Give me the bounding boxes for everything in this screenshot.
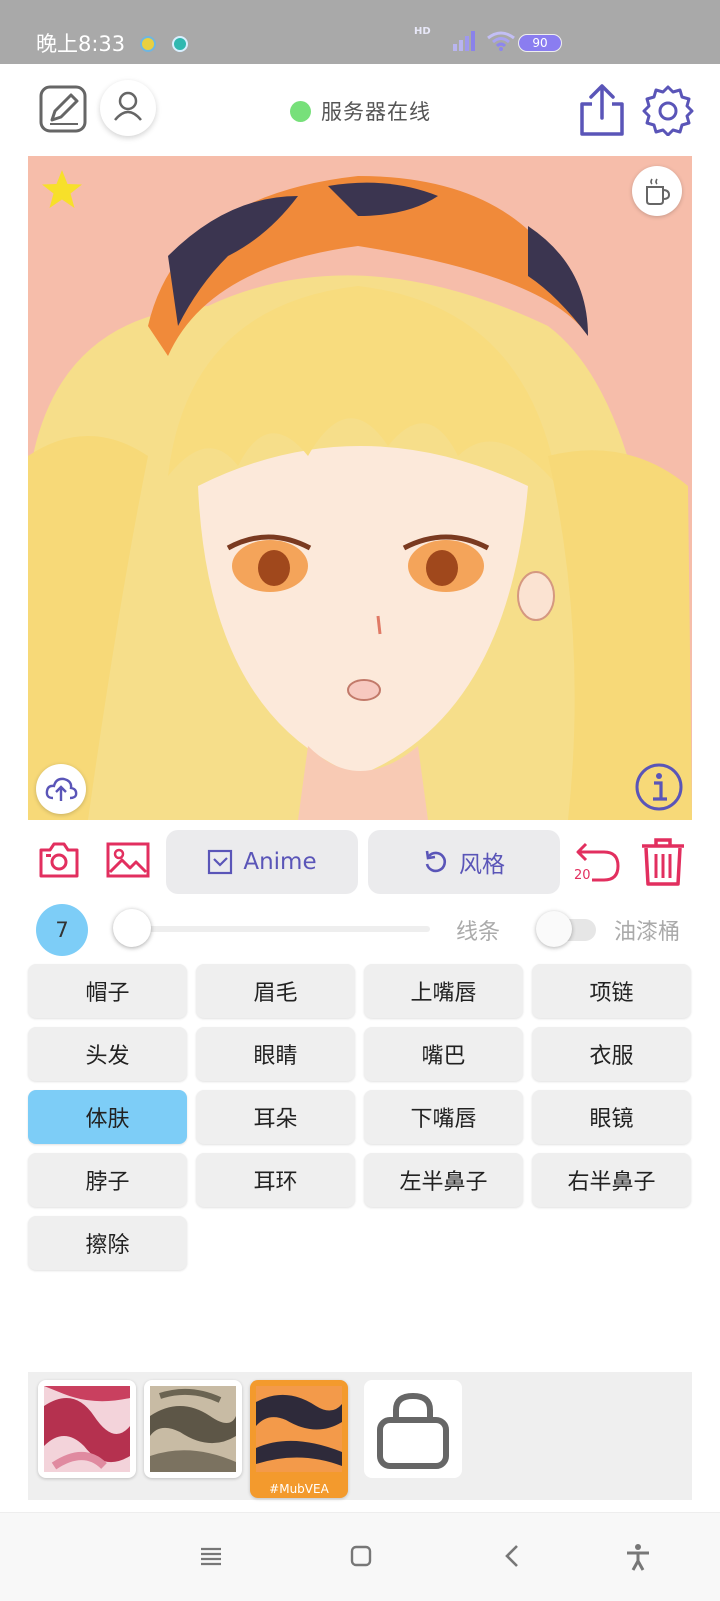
- style-palette: #MubVEA: [28, 1372, 692, 1500]
- favorite-star-icon[interactable]: [40, 168, 84, 212]
- style-swatch[interactable]: [38, 1380, 136, 1478]
- refresh-icon: [425, 850, 447, 873]
- anime-model-button[interactable]: Anime: [166, 830, 358, 894]
- camera-icon[interactable]: [38, 840, 80, 880]
- brush-size-slider[interactable]: [113, 909, 430, 947]
- part-button[interactable]: 耳环: [196, 1153, 355, 1207]
- accessibility-icon[interactable]: [624, 1543, 652, 1571]
- gear-icon[interactable]: [642, 84, 694, 136]
- part-button[interactable]: 耳朵: [196, 1090, 355, 1144]
- online-indicator: [290, 100, 311, 122]
- style-swatch[interactable]: [144, 1380, 242, 1478]
- part-button[interactable]: 右半鼻子: [532, 1153, 691, 1207]
- swatch-pattern: [44, 1386, 130, 1472]
- home-icon[interactable]: [348, 1543, 374, 1569]
- back-icon[interactable]: [500, 1543, 526, 1569]
- network-type-label: HD: [414, 26, 431, 37]
- server-status: 服务器在线: [290, 96, 431, 126]
- battery-indicator: 90: [518, 34, 562, 52]
- style-refresh-button[interactable]: 风格: [368, 830, 560, 894]
- share-icon[interactable]: [578, 82, 626, 138]
- style-swatch-selected[interactable]: #MubVEA: [250, 1380, 348, 1498]
- notification-icon: [172, 36, 188, 52]
- brush-size-badge: 7: [36, 904, 88, 956]
- part-button[interactable]: 衣服: [532, 1027, 691, 1081]
- part-button[interactable]: 脖子: [28, 1153, 187, 1207]
- parts-grid: 帽子 眉毛 上嘴唇 项链头发 眼睛 嘴巴 衣服体肤 耳朵 下嘴唇 眼镜脖子 耳环 左半鼻子 右半鼻子擦除: [28, 964, 692, 1270]
- lock-icon: [377, 1392, 449, 1469]
- anime-label: Anime: [243, 849, 317, 875]
- image-icon[interactable]: [106, 840, 150, 880]
- undo-count: 20: [574, 868, 591, 883]
- coffee-icon: [646, 178, 671, 205]
- status-time: 晚上8:33: [36, 32, 126, 56]
- part-button[interactable]: 眼睛: [196, 1027, 355, 1081]
- part-button[interactable]: 头发: [28, 1027, 187, 1081]
- style-label: 风格: [459, 852, 505, 878]
- server-status-label: 服务器在线: [321, 100, 431, 124]
- bucket-toggle[interactable]: [536, 911, 600, 947]
- coffee-button[interactable]: [632, 166, 682, 216]
- part-button[interactable]: 擦除: [28, 1216, 187, 1270]
- wifi-icon: [487, 31, 515, 51]
- part-button[interactable]: 帽子: [28, 964, 187, 1018]
- toggle-thumb: [536, 911, 572, 947]
- locked-style-button[interactable]: [364, 1380, 462, 1478]
- status-bar: 晚上8:33 HD 90: [0, 0, 720, 64]
- profile-button[interactable]: [100, 80, 156, 136]
- checkbox-icon: [208, 849, 233, 875]
- user-icon: [114, 91, 142, 121]
- upload-button[interactable]: [36, 764, 86, 814]
- swatch-pattern: [150, 1386, 236, 1472]
- menu-icon[interactable]: [198, 1543, 224, 1569]
- trash-icon[interactable]: [640, 836, 686, 888]
- drawing-canvas[interactable]: [28, 156, 692, 820]
- generated-portrait: [28, 156, 692, 820]
- part-button[interactable]: 体肤: [28, 1090, 187, 1144]
- part-button[interactable]: 嘴巴: [364, 1027, 523, 1081]
- part-button[interactable]: 下嘴唇: [364, 1090, 523, 1144]
- slider-thumb[interactable]: [113, 909, 151, 947]
- part-button[interactable]: 眼镜: [532, 1090, 691, 1144]
- part-button[interactable]: 项链: [532, 964, 691, 1018]
- part-button[interactable]: 左半鼻子: [364, 1153, 523, 1207]
- notification-icon: [140, 36, 156, 52]
- swatch-tag: #MubVEA: [269, 1482, 329, 1496]
- bucket-mode-label: 油漆桶: [614, 920, 681, 945]
- info-icon[interactable]: [634, 762, 684, 812]
- part-button[interactable]: 上嘴唇: [364, 964, 523, 1018]
- part-button[interactable]: 眉毛: [196, 964, 355, 1018]
- line-mode-label: 线条: [456, 920, 501, 945]
- swatch-pattern: [256, 1386, 342, 1472]
- system-nav-bar: [0, 1512, 720, 1601]
- upload-cloud-icon: [45, 777, 78, 801]
- signal-icon: [453, 31, 475, 51]
- edit-icon[interactable]: [38, 84, 88, 134]
